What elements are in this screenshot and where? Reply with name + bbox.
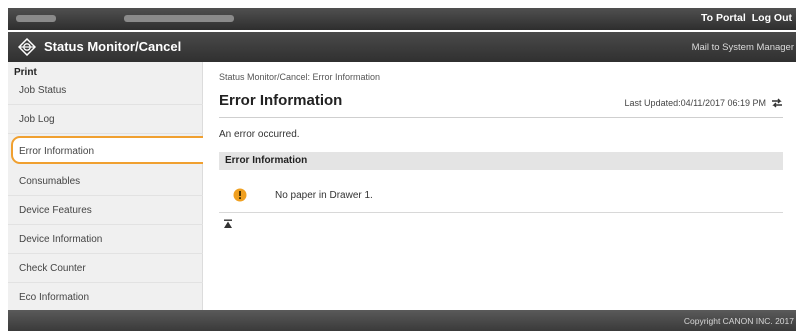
sidebar-item-check-counter[interactable]: Check Counter bbox=[8, 255, 203, 283]
last-updated-text: Last Updated:04/11/2017 06:19 PM bbox=[624, 98, 766, 108]
copyright-text: Copyright CANON INC. 2017 bbox=[683, 316, 794, 326]
mail-to-system-manager-link[interactable]: Mail to System Manager bbox=[692, 42, 794, 53]
section-header: Error Information bbox=[219, 152, 783, 170]
title-bar: Status Monitor/Cancel Mail to System Man… bbox=[8, 32, 796, 62]
main-content: Status Monitor/Cancel: Error Information… bbox=[203, 62, 796, 310]
sidebar-item-eco-information[interactable]: Eco Information bbox=[8, 284, 203, 312]
app-title: Status Monitor/Cancel bbox=[44, 39, 182, 54]
top-links: To Portal Log Out bbox=[701, 12, 792, 24]
status-monitor-icon bbox=[18, 38, 36, 56]
footer: Copyright CANON INC. 2017 bbox=[8, 310, 796, 331]
to-portal-link[interactable]: To Portal bbox=[701, 12, 746, 24]
error-message: An error occurred. bbox=[219, 129, 300, 140]
sidebar-item-job-status[interactable]: Job Status bbox=[8, 77, 203, 105]
log-out-link[interactable]: Log Out bbox=[752, 12, 792, 24]
top-bar: To Portal Log Out bbox=[8, 8, 796, 30]
sidebar-item-job-log[interactable]: Job Log bbox=[8, 106, 203, 134]
blurred-device-address bbox=[124, 15, 234, 22]
sidebar-item-consumables[interactable]: Consumables bbox=[8, 168, 203, 196]
error-item-text: No paper in Drawer 1. bbox=[275, 190, 373, 201]
sidebar-item-device-features[interactable]: Device Features bbox=[8, 197, 203, 225]
blurred-device-name bbox=[16, 15, 56, 22]
breadcrumb: Status Monitor/Cancel: Error Information bbox=[219, 72, 381, 82]
sidebar: Print Job Status Job Log Error Informati… bbox=[8, 62, 213, 312]
refresh-icon[interactable] bbox=[770, 96, 784, 110]
sidebar-item-error-information[interactable]: Error Information bbox=[8, 138, 203, 166]
error-divider bbox=[219, 212, 783, 213]
sidebar-item-device-information[interactable]: Device Information bbox=[8, 226, 203, 254]
title-divider bbox=[219, 117, 783, 118]
warning-icon bbox=[233, 188, 247, 202]
page-title: Error Information bbox=[219, 92, 343, 109]
back-to-top-icon[interactable] bbox=[223, 219, 233, 229]
